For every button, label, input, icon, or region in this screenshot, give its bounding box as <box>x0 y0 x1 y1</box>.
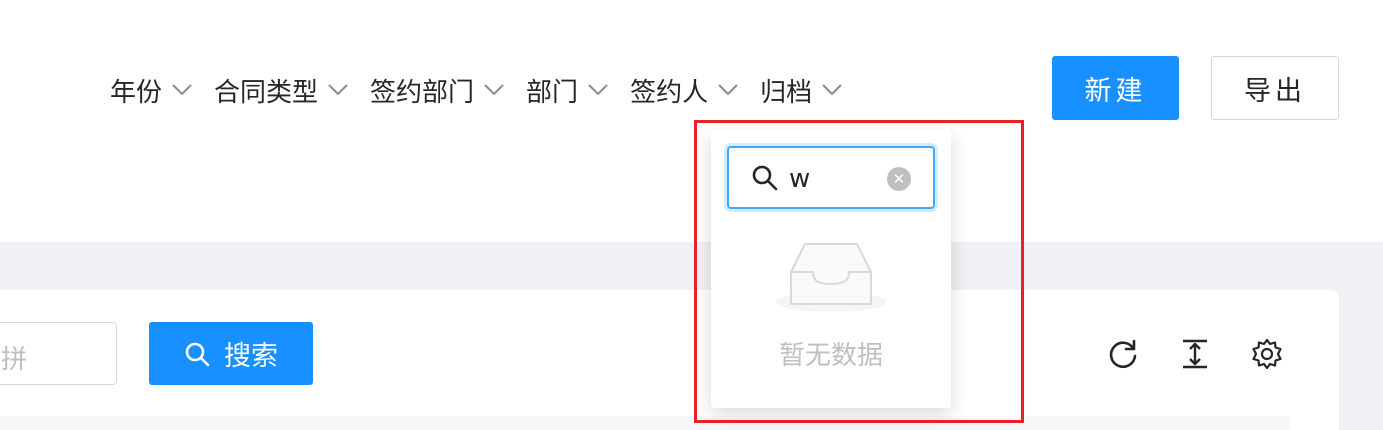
signer-dropdown: w ✕ 暂无数据 <box>711 130 951 408</box>
new-button[interactable]: 新建 <box>1052 56 1179 120</box>
refresh-icon[interactable] <box>1107 338 1139 370</box>
filter-label: 签约部门 <box>370 77 475 108</box>
filter-signing-dept[interactable]: 签约部门 <box>370 72 504 109</box>
chevron-down-icon <box>172 84 192 96</box>
search-button[interactable]: 搜索 <box>149 322 313 385</box>
chevron-down-icon <box>822 84 842 96</box>
search-placeholder: 拼 <box>1 345 28 375</box>
settings-icon[interactable] <box>1251 338 1283 370</box>
filter-signer[interactable]: 签约人 <box>630 72 738 109</box>
filter-archive[interactable]: 归档 <box>760 72 842 109</box>
filter-label: 合同类型 <box>214 77 319 108</box>
filter-dept[interactable]: 部门 <box>526 72 608 109</box>
clear-icon[interactable]: ✕ <box>887 167 911 191</box>
search-button-label: 搜索 <box>224 341 278 372</box>
filter-label: 签约人 <box>630 77 709 108</box>
column-height-icon[interactable] <box>1179 338 1211 370</box>
filter-label: 部门 <box>526 77 579 108</box>
search-input[interactable]: 拼 <box>0 322 117 385</box>
filter-bar: 年份 合同类型 签约部门 部门 签约人 归档 <box>110 70 864 110</box>
filter-label: 归档 <box>760 77 813 108</box>
empty-inbox-icon <box>775 240 887 316</box>
filter-label: 年份 <box>110 77 163 108</box>
chevron-down-icon <box>718 84 738 96</box>
search-icon <box>751 164 779 192</box>
chevron-down-icon <box>328 84 348 96</box>
filter-contract-type[interactable]: 合同类型 <box>214 72 348 109</box>
export-button[interactable]: 导出 <box>1211 56 1339 120</box>
dropdown-search-input[interactable]: w ✕ <box>727 146 935 209</box>
empty-text: 暂无数据 <box>778 341 883 371</box>
chevron-down-icon <box>484 84 504 96</box>
dropdown-search-value: w <box>789 164 811 194</box>
filter-year[interactable]: 年份 <box>110 72 192 109</box>
table-header <box>0 416 1290 430</box>
search-icon <box>184 341 210 367</box>
header-bar: 年份 合同类型 签约部门 部门 签约人 归档 新建 导出 <box>0 0 1383 242</box>
chevron-down-icon <box>588 84 608 96</box>
